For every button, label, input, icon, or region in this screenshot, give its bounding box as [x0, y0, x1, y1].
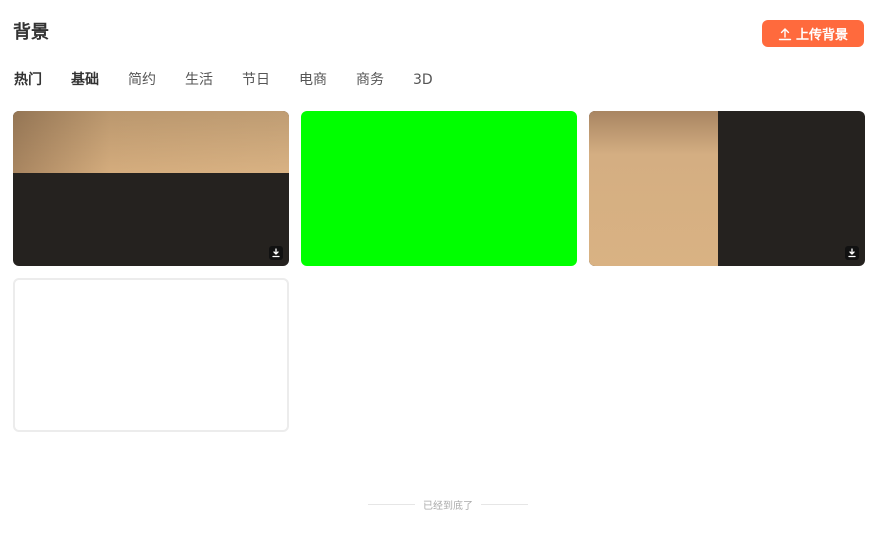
tab-ecommerce[interactable]: 电商	[299, 70, 327, 90]
page-header: 背景 上传背景	[13, 20, 864, 48]
tab-business[interactable]: 商务	[356, 70, 384, 90]
background-card[interactable]	[589, 111, 865, 266]
background-card[interactable]	[301, 111, 577, 266]
background-preview-tan	[13, 111, 289, 173]
download-icon[interactable]	[845, 246, 859, 260]
tab-simple[interactable]: 简约	[128, 70, 156, 90]
divider-line	[481, 503, 528, 505]
upload-background-button[interactable]: 上传背景	[762, 20, 864, 47]
end-of-list: 已经到底了	[368, 497, 528, 512]
background-card[interactable]	[13, 278, 289, 432]
background-preview-tan	[589, 111, 718, 266]
tab-basic[interactable]: 基础	[71, 70, 99, 90]
end-of-list-text: 已经到底了	[423, 500, 473, 512]
tab-3d[interactable]: 3D	[413, 70, 433, 90]
divider-line	[368, 503, 415, 505]
download-icon[interactable]	[269, 246, 283, 260]
upload-icon	[778, 27, 792, 40]
tab-hot[interactable]: 热门	[14, 70, 42, 90]
background-card[interactable]	[13, 111, 289, 266]
tab-festival[interactable]: 节日	[242, 70, 270, 90]
upload-background-label: 上传背景	[795, 28, 848, 43]
category-tabs: 热门 基础 简约 生活 节日 电商 商务 3D	[14, 70, 462, 90]
page-title: 背景	[13, 22, 49, 43]
tab-life[interactable]: 生活	[185, 70, 213, 90]
